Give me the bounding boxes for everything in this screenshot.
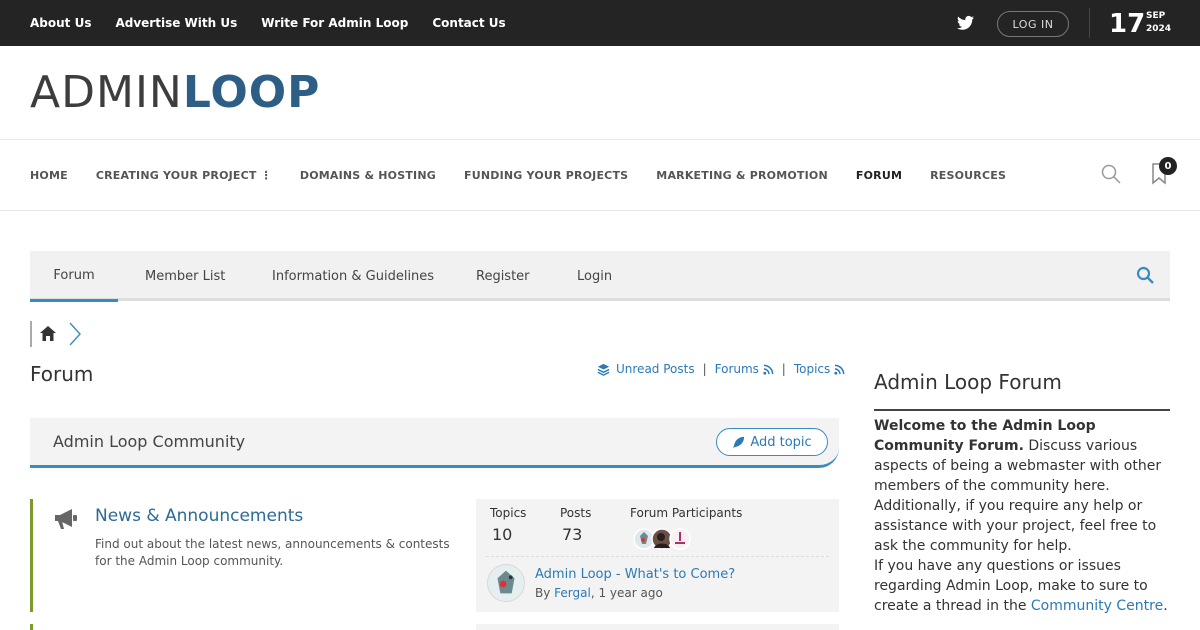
nav-creating-your-project[interactable]: CREATING YOUR PROJECT ⋮: [96, 169, 272, 182]
separator: |: [781, 362, 786, 376]
forum-stats: Topics 10 Posts 73 Forum Participants Ad…: [476, 499, 839, 612]
quick-links: Unread Posts | Forums | Topics: [597, 362, 845, 376]
last-post-meta: By Fergal, 1 year ago: [535, 586, 663, 600]
sidebar-help: If you have any questions or issues rega…: [874, 556, 1174, 616]
top-link-advertise[interactable]: Advertise With Us: [115, 16, 237, 30]
login-button[interactable]: LOG IN: [997, 11, 1069, 37]
separator: |: [702, 362, 707, 376]
rss-icon: [834, 364, 845, 375]
unread-posts-link[interactable]: Unread Posts: [616, 362, 695, 376]
sidebar-rule: [874, 409, 1170, 411]
rss-icon: [763, 364, 774, 375]
tab-login[interactable]: Login: [577, 251, 612, 301]
last-post-author[interactable]: Fergal: [554, 586, 591, 600]
breadcrumb-home-icon[interactable]: [30, 321, 82, 347]
forums-feed-link[interactable]: Forums: [715, 362, 774, 376]
tab-forum[interactable]: Forum: [30, 251, 118, 302]
top-divider: [1089, 8, 1090, 38]
logo-text-admin: ADMIN: [30, 67, 183, 118]
next-forum-stats: [476, 624, 839, 630]
top-link-write-for-us[interactable]: Write For Admin Loop: [261, 16, 408, 30]
forum-search-icon[interactable]: [1136, 266, 1154, 284]
nav-resources[interactable]: RESOURCES: [930, 169, 1006, 182]
nav-funding-your-projects[interactable]: FUNDING YOUR PROJECTS: [464, 169, 628, 182]
forum-row-news: News & Announcements Find out about the …: [30, 499, 460, 612]
divider: [0, 210, 1200, 211]
topics-count: 10: [492, 525, 513, 544]
site-logo[interactable]: ADMINLOOP: [30, 70, 320, 116]
topics-label: Topics: [490, 506, 527, 520]
top-link-contact-us[interactable]: Contact Us: [432, 16, 505, 30]
community-header: Admin Loop Community Add topic: [30, 418, 839, 468]
date-month-year: SEP 2024: [1146, 10, 1171, 36]
last-post-title[interactable]: Admin Loop - What's to Come?: [535, 567, 735, 582]
posts-label: Posts: [560, 506, 592, 520]
main-nav: HOME CREATING YOUR PROJECT ⋮ DOMAINS & H…: [30, 140, 1006, 210]
nav-forum[interactable]: FORUM: [856, 169, 902, 182]
search-icon[interactable]: [1101, 164, 1121, 184]
forum-nav: Forum Member List Information & Guidelin…: [30, 251, 1170, 302]
sidebar-title: Admin Loop Forum: [874, 370, 1062, 394]
logo-text-loop: LOOP: [182, 67, 321, 118]
participants-label: Forum Participants: [630, 506, 743, 520]
tab-register[interactable]: Register: [476, 251, 530, 301]
last-post-avatar[interactable]: [487, 564, 525, 602]
top-links: About Us Advertise With Us Write For Adm…: [30, 0, 506, 46]
forum-description: Find out about the latest news, announce…: [95, 537, 450, 568]
stats-divider: [486, 556, 829, 557]
date-day: 17: [1109, 9, 1146, 39]
top-link-about-us[interactable]: About Us: [30, 16, 91, 30]
topics-feed-link[interactable]: Topics: [794, 362, 845, 376]
tab-member-list[interactable]: Member List: [145, 251, 225, 301]
last-post-by: By: [535, 586, 551, 600]
feather-icon: [733, 436, 745, 448]
nav-marketing-promotion[interactable]: MARKETING & PROMOTION: [656, 169, 828, 182]
community-centre-link[interactable]: Community Centre: [1031, 598, 1163, 614]
nav-home[interactable]: HOME: [30, 169, 68, 182]
forum-name[interactable]: News & Announcements: [95, 506, 303, 526]
forums-feed-label: Forums: [714, 362, 759, 376]
add-topic-label: Add topic: [750, 434, 812, 450]
megaphone-icon: [55, 509, 77, 529]
date-year: 2024: [1146, 24, 1172, 34]
tab-information-guidelines[interactable]: Information & Guidelines: [272, 251, 434, 301]
bookmark-count-badge: 0: [1159, 157, 1177, 175]
next-forum-row-border: [30, 624, 33, 630]
date-month: SEP: [1146, 11, 1166, 21]
last-post-time: , 1 year ago: [590, 586, 663, 600]
participant-avatars[interactable]: [633, 528, 693, 550]
sidebar-intro-text: Discuss various aspects of being a webma…: [874, 438, 1162, 554]
top-bar: About Us Advertise With Us Write For Adm…: [0, 0, 1200, 46]
sidebar-intro: Welcome to the Admin Loop Community Foru…: [874, 416, 1174, 556]
posts-count: 73: [562, 525, 583, 544]
sidebar-help-end: .: [1163, 598, 1168, 614]
add-topic-button[interactable]: Add topic: [716, 428, 828, 456]
community-title: Admin Loop Community: [53, 432, 246, 451]
nav-domains-hosting[interactable]: DOMAINS & HOSTING: [300, 169, 436, 182]
layers-icon: [597, 363, 610, 376]
twitter-icon[interactable]: [957, 15, 974, 31]
page-title: Forum: [30, 362, 94, 386]
topics-feed-label: Topics: [793, 362, 831, 376]
